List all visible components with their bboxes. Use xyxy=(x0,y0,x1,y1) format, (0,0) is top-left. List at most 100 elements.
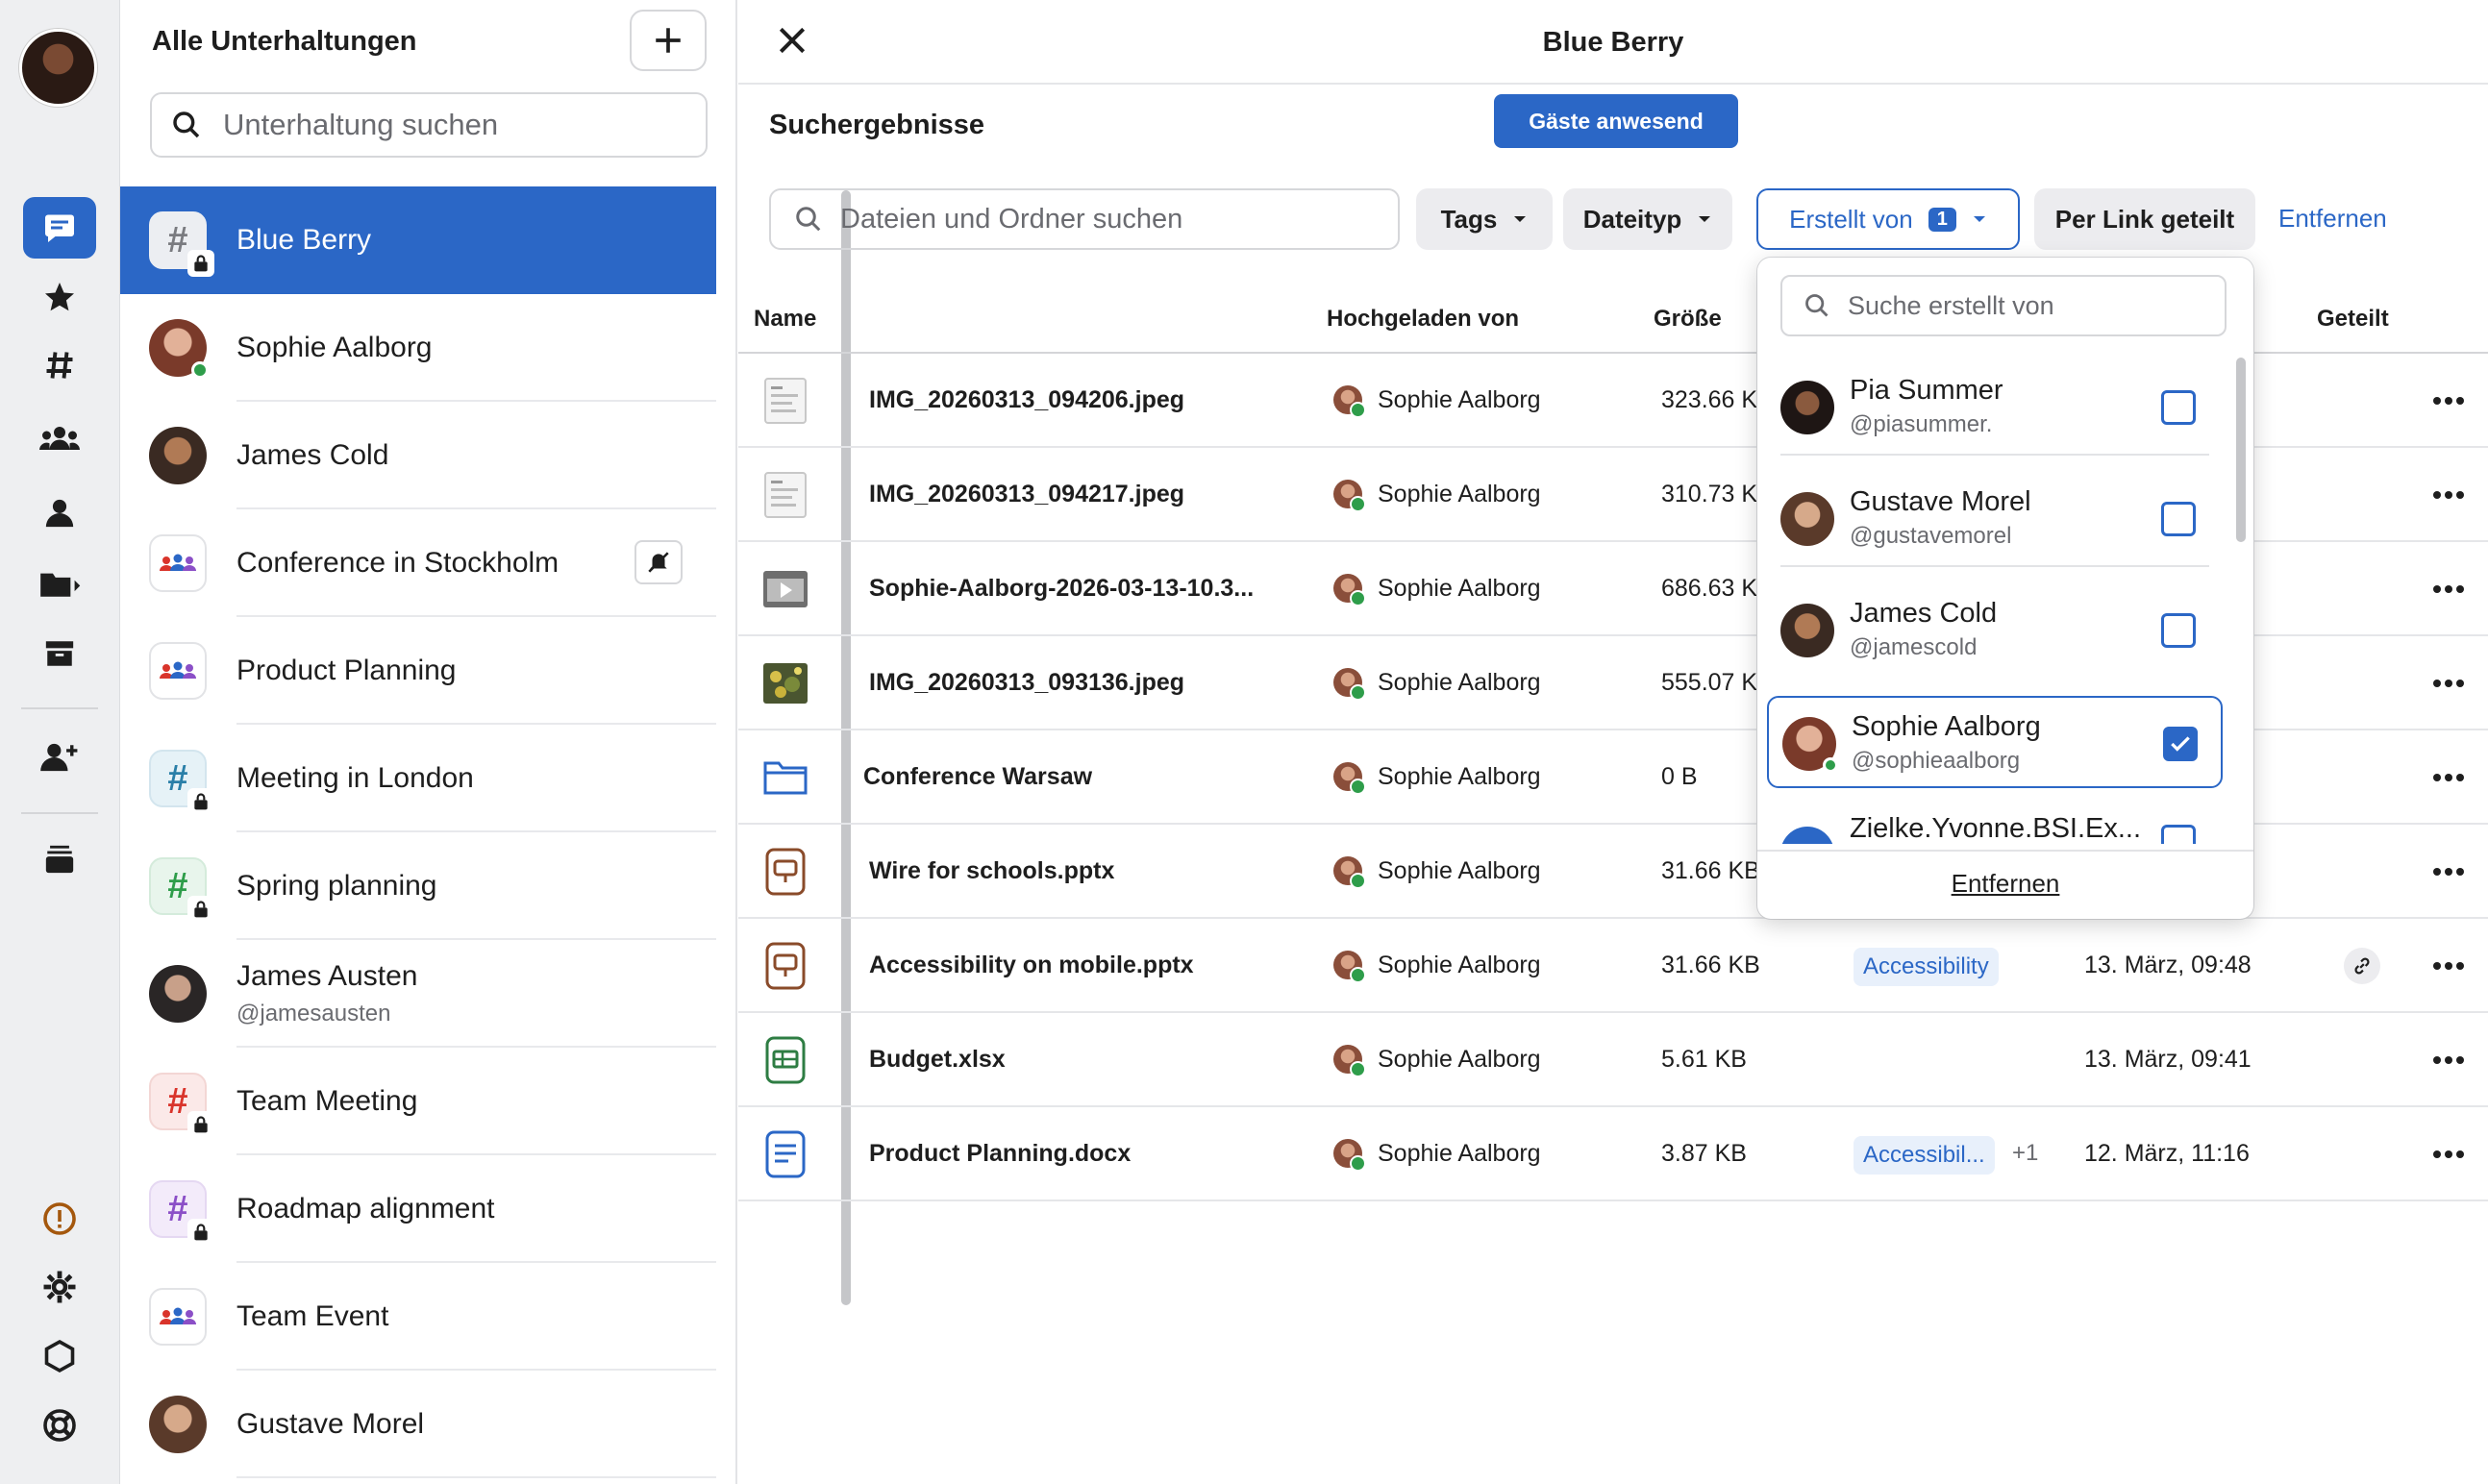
user-handle: @sophieaalborg xyxy=(1852,748,2021,774)
search-icon xyxy=(796,207,821,232)
table-row[interactable]: Product Planning.docx Sophie Aalborg 3.8… xyxy=(738,1107,2488,1201)
user-handle: @piasummer. xyxy=(1850,411,1993,437)
link-icon[interactable] xyxy=(2344,948,2380,984)
guest-banner: Gäste anwesend xyxy=(1494,94,1738,148)
column-uploaded-by[interactable]: Hochgeladen von xyxy=(1327,306,1519,333)
conversation-item[interactable]: # Blue Berry xyxy=(120,186,716,294)
table-row[interactable]: Accessibility on mobile.pptx Sophie Aalb… xyxy=(738,919,2488,1013)
user-checkbox[interactable] xyxy=(2163,727,2198,761)
more-options-icon[interactable] xyxy=(2432,1140,2465,1169)
file-name: Accessibility on mobile.pptx xyxy=(869,951,1194,978)
conversation-item[interactable]: Product Planning xyxy=(120,617,716,725)
file-name: IMG_20260313_094206.jpeg xyxy=(869,385,1185,413)
file-search-placeholder: Dateien und Ordner suchen xyxy=(840,203,1183,235)
conversation-item[interactable]: # Meeting in London xyxy=(120,725,716,832)
file-size: 310.73 K xyxy=(1661,480,1758,507)
filetype-filter-label: Dateityp xyxy=(1582,204,1682,234)
plus-icon xyxy=(656,28,681,53)
conversation-item[interactable]: James Austen @jamesausten xyxy=(120,940,716,1048)
more-options-icon[interactable] xyxy=(2432,952,2465,980)
conversation-item[interactable]: # Roadmap alignment xyxy=(120,1155,716,1263)
avatar xyxy=(1780,492,1834,546)
more-options-icon[interactable] xyxy=(2432,481,2465,509)
add-person-icon[interactable] xyxy=(23,727,96,788)
avatar xyxy=(149,319,209,379)
filetype-filter[interactable]: Dateityp xyxy=(1563,188,1732,250)
hexagon-icon[interactable] xyxy=(23,1325,96,1387)
column-size[interactable]: Größe xyxy=(1654,306,1722,333)
dropdown-user-option[interactable]: Pia Summer @piasummer. xyxy=(1767,361,2223,456)
file-size: 31.66 KB xyxy=(1661,856,1760,884)
file-tag[interactable]: Accessibil... xyxy=(1854,1136,1995,1175)
uploader-name: Sophie Aalborg xyxy=(1378,668,1541,696)
file-size: 323.66 K xyxy=(1661,385,1758,413)
person-icon[interactable] xyxy=(23,482,96,544)
avatar xyxy=(1333,856,1366,889)
conversation-item[interactable]: Conference in Stockholm xyxy=(120,509,716,617)
more-options-icon[interactable] xyxy=(2432,763,2465,792)
dropdown-user-option[interactable]: Zielke.Yvonne.BSI.Ex... xyxy=(1767,807,2223,844)
file-size: 5.61 KB xyxy=(1661,1045,1747,1073)
conversation-item[interactable]: # Team Meeting xyxy=(120,1048,716,1155)
shared-link-filter[interactable]: Per Link geteilt xyxy=(2034,188,2255,250)
online-indicator xyxy=(1823,757,1838,773)
file-tag[interactable]: Accessibility xyxy=(1854,948,1999,986)
avatar xyxy=(1333,1139,1366,1172)
image-doc-icon xyxy=(761,377,809,425)
more-options-icon[interactable] xyxy=(2432,386,2465,415)
groups-icon[interactable] xyxy=(23,408,96,469)
star-icon[interactable] xyxy=(23,266,96,328)
hash-icon[interactable] xyxy=(23,334,96,396)
channel-icon: # xyxy=(149,750,214,815)
column-name[interactable]: Name xyxy=(754,306,816,333)
dropdown-user-option[interactable]: James Cold @jamescold xyxy=(1767,584,2223,677)
conversation-item[interactable]: Sophie Aalborg xyxy=(120,294,716,402)
new-conversation-button[interactable] xyxy=(630,10,707,71)
dropdown-remove-link[interactable]: Entfernen xyxy=(1757,869,2253,899)
tags-filter[interactable]: Tags xyxy=(1416,188,1553,250)
app-rail xyxy=(0,0,120,1484)
conversation-item[interactable]: Team Event xyxy=(120,1263,716,1371)
dropdown-scrollbar[interactable] xyxy=(2236,358,2246,542)
user-avatar[interactable] xyxy=(19,29,97,107)
section-title: Suchergebnisse xyxy=(769,110,985,140)
file-date: 13. März, 09:48 xyxy=(2084,951,2252,978)
created-by-filter[interactable]: Erstellt von 1 xyxy=(1756,188,2020,250)
conversation-item[interactable]: # Spring planning xyxy=(120,832,716,940)
muted-bell-icon[interactable] xyxy=(634,540,683,584)
stack-icon[interactable] xyxy=(23,829,96,890)
conversation-item[interactable]: Gustave Morel xyxy=(120,1371,716,1478)
conversation-item[interactable]: James Cold xyxy=(120,402,716,509)
chat-icon[interactable] xyxy=(23,197,96,259)
user-checkbox[interactable] xyxy=(2161,825,2196,844)
conversation-search-input[interactable]: Unterhaltung suchen xyxy=(150,92,708,158)
user-checkbox[interactable] xyxy=(2161,390,2196,425)
more-options-icon[interactable] xyxy=(2432,575,2465,604)
created-by-search-input[interactable]: Suche erstellt von xyxy=(1780,275,2227,336)
more-options-icon[interactable] xyxy=(2432,857,2465,886)
column-shared[interactable]: Geteilt xyxy=(2317,306,2389,333)
file-search-input[interactable]: Dateien und Ordner suchen xyxy=(769,188,1400,250)
more-options-icon[interactable] xyxy=(2432,669,2465,698)
conversation-name: Meeting in London xyxy=(236,762,474,794)
dropdown-user-option[interactable]: Gustave Morel @gustavemorel xyxy=(1767,473,2223,567)
channel-icon: # xyxy=(149,211,214,277)
archive-icon[interactable] xyxy=(23,623,96,684)
panel-header: Blue Berry xyxy=(738,0,2488,85)
dropdown-user-option[interactable]: Sophie Aalborg @sophieaalborg xyxy=(1767,696,2223,788)
avatar xyxy=(1333,762,1366,795)
info-icon[interactable] xyxy=(23,1188,96,1249)
lifebuoy-icon[interactable] xyxy=(23,1395,96,1456)
more-options-icon[interactable] xyxy=(2432,1046,2465,1075)
caret-down-icon xyxy=(1973,216,1985,222)
user-checkbox[interactable] xyxy=(2161,613,2196,648)
document-icon xyxy=(761,1130,809,1178)
folder-forward-icon[interactable] xyxy=(23,554,96,615)
lock-icon xyxy=(187,250,214,277)
user-checkbox[interactable] xyxy=(2161,502,2196,536)
gear-icon[interactable] xyxy=(23,1256,96,1318)
avatar xyxy=(1780,381,1834,434)
table-row[interactable]: Budget.xlsx Sophie Aalborg 5.61 KB 13. M… xyxy=(738,1013,2488,1107)
remove-filters-link[interactable]: Entfernen xyxy=(2278,204,2387,234)
tags-filter-label: Tags xyxy=(1440,204,1498,234)
